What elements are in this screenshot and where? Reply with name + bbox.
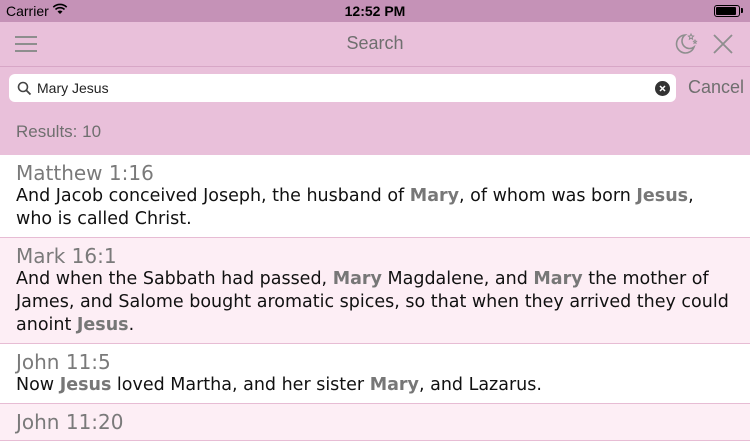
- verse-segment: .: [128, 315, 135, 335]
- search-match: Mary: [533, 269, 583, 289]
- search-match: Mary: [332, 269, 382, 289]
- search-input[interactable]: [37, 76, 637, 100]
- results-list: Matthew 1:16 And Jacob conceived Joseph, …: [0, 155, 750, 441]
- verse-segment: Magdalene, and: [381, 269, 534, 289]
- result-item[interactable]: John 11:20: [0, 404, 750, 441]
- results-count: Results: 10: [16, 122, 102, 141]
- search-match: Jesus: [59, 375, 112, 395]
- result-item[interactable]: Mark 16:1 And when the Sabbath had passed…: [0, 238, 750, 344]
- clear-search-icon[interactable]: [655, 81, 670, 96]
- search-match: Jesus: [76, 315, 129, 335]
- status-time: 12:52 PM: [344, 3, 406, 19]
- close-icon[interactable]: [711, 32, 735, 56]
- search-match: Mary: [369, 375, 419, 395]
- results-header: Results: 10: [0, 110, 750, 155]
- verse-segment: And when the Sabbath had passed,: [16, 269, 333, 289]
- search-icon: [17, 81, 32, 96]
- nav-bar: Search: [0, 22, 750, 67]
- status-bar: Carrier 12:52 PM: [0, 0, 750, 22]
- verse-segment: Now: [16, 375, 60, 395]
- verse-segment: And Jacob conceived Joseph, the husband …: [16, 186, 410, 206]
- search-field[interactable]: [9, 74, 676, 102]
- verse-reference: Matthew 1:16: [16, 161, 154, 185]
- verse-segment: loved Martha, and her sister: [111, 375, 370, 395]
- verse-segment: , and Lazarus.: [418, 375, 542, 395]
- search-bar: Cancel: [0, 67, 750, 110]
- verse-text: Now Jesus loved Martha, and her sister M…: [16, 374, 734, 397]
- battery-icon: [714, 5, 740, 17]
- search-match: Jesus: [636, 186, 689, 206]
- search-match: Mary: [409, 186, 460, 206]
- page-title: Search: [346, 33, 404, 53]
- cancel-button[interactable]: Cancel: [688, 77, 744, 98]
- verse-segment: , of whom was born: [459, 186, 637, 206]
- verse-text: And Jacob conceived Joseph, the husband …: [16, 185, 734, 231]
- verse-reference: John 11:20: [16, 410, 124, 434]
- result-item[interactable]: Matthew 1:16 And Jacob conceived Joseph, …: [0, 155, 750, 238]
- night-mode-icon[interactable]: [673, 31, 699, 57]
- result-item[interactable]: John 11:5 Now Jesus loved Martha, and her…: [0, 344, 750, 404]
- verse-reference: Mark 16:1: [16, 244, 117, 268]
- battery-tip: [741, 8, 743, 13]
- verse-text: And when the Sabbath had passed, Mary Ma…: [16, 268, 734, 337]
- battery-fill: [716, 7, 736, 15]
- verse-reference: John 11:5: [16, 350, 111, 374]
